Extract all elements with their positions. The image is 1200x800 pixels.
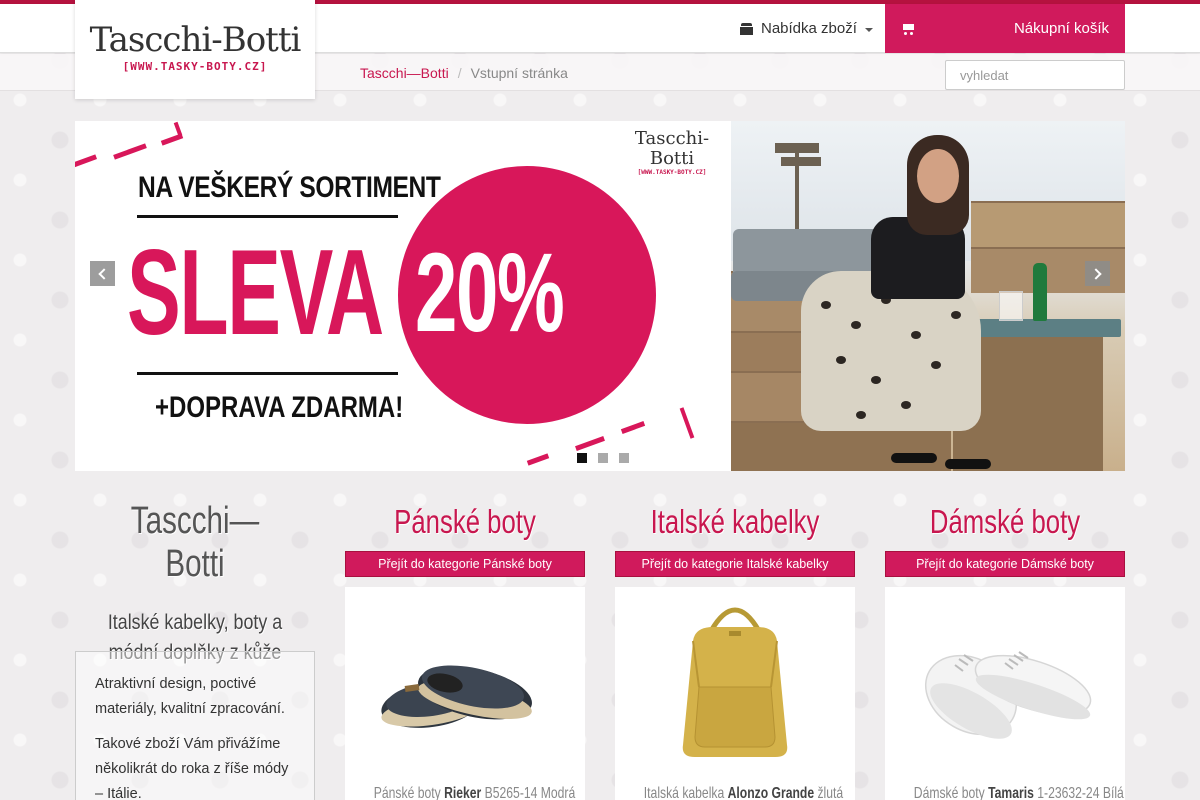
intro-paragraph: Takové zboží Vám přivážíme několikrát do… xyxy=(95,736,289,800)
intro-paragraph: Atraktivní design, poctivé materiály, kv… xyxy=(95,676,285,717)
logo-text: Tascchi-Botti xyxy=(89,20,302,60)
banner-logo-text: Tascchi-Botti xyxy=(634,128,710,169)
banner-logo-url: [WWW.TASKY-BOTY.CZ] xyxy=(637,169,707,176)
promo-divider-top xyxy=(137,215,398,218)
gift-icon xyxy=(740,22,753,35)
slider-next-button[interactable] xyxy=(1085,261,1110,286)
category-link-button[interactable]: Přejít do kategorie Italské kabelky xyxy=(615,551,855,577)
promo-sleva-text: SLEVA xyxy=(127,224,384,360)
category-link-button[interactable]: Přejít do kategorie Dámské boty xyxy=(885,551,1125,577)
cart-icon xyxy=(901,23,915,35)
breadcrumb-home-link[interactable]: Tascchi—Botti xyxy=(360,65,449,81)
category-title: Dámské boty xyxy=(929,503,1081,540)
product-caption: Pánské boty Rieker B5265-14 Modrá xyxy=(373,785,576,800)
category-mens-shoes: Pánské boty Přejít do kategorie Pánské b… xyxy=(345,500,585,800)
breadcrumb: Tascchi—Botti / Vstupní stránka xyxy=(360,65,568,81)
caret-down-icon xyxy=(864,27,873,32)
product-image-mens-shoe xyxy=(381,665,532,728)
category-italian-bags: Italské kabelky Přejít do kategorie Ital… xyxy=(615,500,855,800)
product-card[interactable]: Italská kabelka Alonzo Grande žlutá xyxy=(615,587,855,800)
chevron-right-icon xyxy=(1090,267,1102,280)
model-photo xyxy=(731,121,1125,471)
search-input[interactable] xyxy=(945,60,1125,90)
slider-prev-button[interactable] xyxy=(90,261,115,286)
category-womens-shoes: Dámské boty Přejít do kategorie Dámské b… xyxy=(885,500,1125,800)
product-image-white-sneaker xyxy=(924,651,1092,739)
sidebar-intro: Tascchi—Botti Italské kabelky, boty a mó… xyxy=(75,500,315,668)
promo-shipping-text: +DOPRAVA ZDARMA! xyxy=(155,391,404,424)
promo-divider-bottom xyxy=(137,372,398,375)
slider-dot-1[interactable] xyxy=(577,453,587,463)
chevron-left-icon xyxy=(98,267,110,280)
product-caption: Dámské boty Tamaris 1-23632-24 Bílá xyxy=(913,785,1124,800)
nav-products-dropdown[interactable]: Nabídka zboží xyxy=(740,4,885,53)
product-card[interactable]: Dámské boty Tamaris 1-23632-24 Bílá xyxy=(885,587,1125,800)
category-title: Pánské boty xyxy=(394,503,536,540)
intro-box: Atraktivní design, poctivé materiály, kv… xyxy=(75,651,315,800)
promo-percent-text: 20% xyxy=(415,230,565,355)
nav-products-label: Nabídka zboží xyxy=(761,20,857,37)
slider-dot-2[interactable] xyxy=(598,453,608,463)
promo-slider[interactable]: Tascchi-Botti [WWW.TASKY-BOTY.CZ] NA VEŠ… xyxy=(75,121,1125,471)
promo-headline: NA VEŠKERÝ SORTIMENT xyxy=(138,171,441,204)
product-image-yellow-bag xyxy=(682,607,788,757)
breadcrumb-separator: / xyxy=(457,65,462,81)
product-card[interactable]: Pánské boty Rieker B5265-14 Modrá xyxy=(345,587,585,800)
product-caption: Italská kabelka Alonzo Grande žlutá xyxy=(643,785,844,800)
site-logo[interactable]: Tascchi-Botti [WWW.TASKY-BOTY.CZ] xyxy=(75,0,315,99)
slider-dot-3[interactable] xyxy=(619,453,629,463)
site-title: Tascchi—Botti xyxy=(130,500,260,585)
cart-button[interactable]: Nákupní košík xyxy=(885,4,1125,53)
breadcrumb-current: Vstupní stránka xyxy=(470,65,568,81)
category-link-button[interactable]: Přejít do kategorie Pánské boty xyxy=(345,551,585,577)
cart-label: Nákupní košík xyxy=(1013,20,1109,37)
logo-url: [WWW.TASKY-BOTY.CZ] xyxy=(122,60,268,73)
banner-logo: Tascchi-Botti [WWW.TASKY-BOTY.CZ] xyxy=(613,128,731,177)
promo-banner: Tascchi-Botti [WWW.TASKY-BOTY.CZ] NA VEŠ… xyxy=(75,121,731,471)
category-title: Italské kabelky xyxy=(650,503,820,540)
